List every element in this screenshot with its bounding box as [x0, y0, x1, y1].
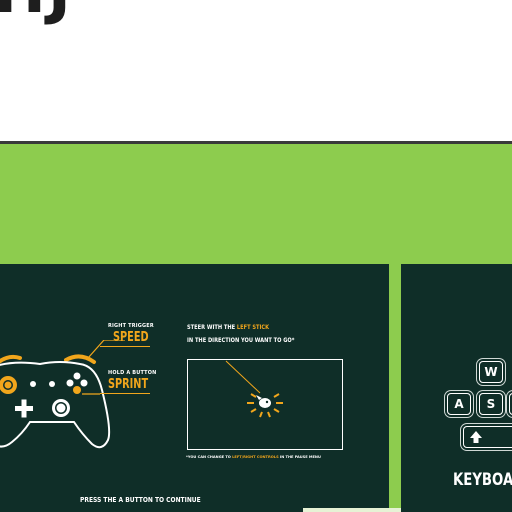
steer-instruction-line2: IN THE DIRECTION YOU WANT TO GO* — [187, 337, 295, 344]
bottom-strip — [303, 508, 401, 512]
page-title: HJ — [0, 0, 73, 22]
press-to-continue[interactable]: PRESS THE A BUTTON TO CONTINUE — [80, 496, 201, 504]
speed-underline — [100, 346, 150, 348]
controller-icon — [0, 340, 125, 449]
fish-icon — [225, 360, 283, 418]
speed-label: SPEED — [113, 330, 149, 345]
keyboard-label: KEYBOAR — [453, 470, 512, 490]
footnote-suffix: IN THE PAUSE MENU — [278, 455, 321, 459]
steer-footnote: *YOU CAN CHANGE TO LEFT/RIGHT CONTROLS I… — [186, 455, 321, 459]
footnote-highlight: LEFT/RIGHT CONTROLS — [232, 455, 279, 459]
key-a: A — [447, 393, 471, 415]
key-w: W — [479, 361, 503, 383]
right-trigger-caption: RIGHT TRIGGER — [108, 323, 154, 329]
shift-arrow-icon — [470, 431, 482, 443]
steer-instruction-line1: STEER WITH THE LEFT STICK — [187, 324, 269, 331]
key-s: S — [479, 393, 503, 415]
hold-a-caption: HOLD A BUTTON — [108, 370, 157, 376]
footnote-prefix: *YOU CAN CHANGE TO — [186, 455, 233, 459]
sprint-underline — [100, 393, 150, 395]
steer-highlight: LEFT STICK — [236, 324, 270, 331]
key-shift — [463, 426, 512, 448]
steer-prefix: STEER WITH THE — [187, 324, 237, 331]
sprint-label: SPRINT — [108, 377, 149, 392]
